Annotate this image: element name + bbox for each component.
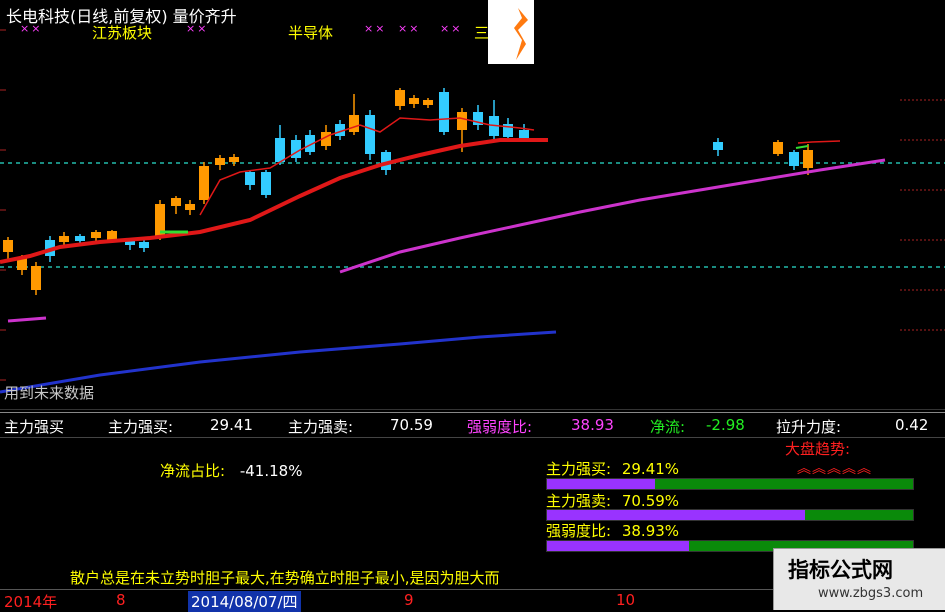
candle-body: [423, 100, 433, 105]
candle-body: [275, 138, 285, 162]
buy-label: 主力强买:: [108, 418, 174, 436]
candle-body: [773, 142, 783, 154]
sector-jiangsu[interactable]: 江苏板块: [92, 22, 152, 43]
trend-chevrons-icon: ︽︽︽︽︽: [797, 461, 872, 477]
net-ratio-value: -41.18%: [239, 462, 303, 480]
net-ratio: 净流占比: -41.18%: [160, 460, 302, 481]
buy-value: 29.41: [210, 416, 253, 434]
candle-body: [215, 158, 225, 165]
slogan-ticker: 散户总是在未立势时胆子最大,在势确立时胆子最小,是因为胆大而: [70, 569, 500, 587]
marker-x: ××: [364, 22, 387, 35]
moving-average-lines: [0, 117, 886, 394]
ratio-strength-fill: [547, 541, 690, 551]
orange-flame-icon: [514, 8, 528, 60]
candlestick-chart[interactable]: [0, 0, 945, 410]
time-month-9: 9: [404, 591, 414, 609]
panel-sell-label: 主力强卖:: [546, 492, 612, 510]
candle-body: [171, 198, 181, 206]
sector-semiconductor[interactable]: 半导体: [288, 22, 333, 43]
net-value: -2.98: [706, 416, 745, 434]
future-data-note: 用到未来数据: [4, 384, 95, 402]
ma-green-tail: [795, 145, 809, 149]
marker-x: ××: [186, 22, 209, 35]
popup-fragment: [488, 0, 534, 64]
candle-body: [789, 152, 799, 166]
candle-body: [75, 236, 85, 241]
candle-body: [3, 240, 13, 252]
time-month-8: 8: [116, 591, 126, 609]
sell-strength-fill: [547, 510, 806, 520]
marker-x: ××: [20, 22, 43, 35]
sell-label: 主力强卖:: [288, 418, 354, 436]
candle-body: [139, 242, 149, 248]
time-axis[interactable]: 2014年 8 2014/08/07/四 9 10: [0, 589, 773, 612]
candle-body: [91, 232, 101, 238]
panel-ratio-row: 强弱度比: 38.93%: [546, 520, 679, 541]
ma-purple-stub: [7, 316, 47, 323]
panel-ratio-label: 强弱度比:: [546, 522, 612, 540]
candle-body: [457, 112, 467, 130]
sell-value: 70.59: [390, 416, 433, 434]
candle-body: [185, 204, 195, 210]
candle-body: [199, 166, 209, 200]
panel-buy-value: 29.41%: [621, 460, 680, 478]
net-label: 净流:: [650, 418, 686, 436]
ma-red-tail: [797, 140, 841, 144]
candle-body: [395, 90, 405, 106]
buy-strength-fill: [547, 479, 655, 489]
ratio-value: 38.93: [571, 416, 614, 434]
indicator-name[interactable]: 主力强买: [4, 416, 64, 437]
watermark-url: www.zbgs3.com: [818, 586, 924, 601]
chart-grid: [0, 29, 945, 410]
candle-body: [713, 142, 723, 150]
pull-label: 拉升力度:: [776, 418, 842, 436]
sector-third[interactable]: 三: [474, 22, 489, 43]
marker-x: ××: [440, 22, 463, 35]
site-watermark: 指标公式网 www.zbgs3.com: [773, 548, 945, 610]
ma-red-line: [0, 138, 548, 264]
candle-body: [59, 236, 69, 242]
panel-buy-row: 主力强买: 29.41%: [546, 458, 679, 479]
buy-strength-bar: [546, 478, 914, 490]
candle-body: [245, 172, 255, 185]
ratio-label: 强弱度比:: [467, 418, 533, 436]
net-ratio-label: 净流占比:: [160, 462, 226, 480]
candle-body: [803, 150, 813, 168]
watermark-title: 指标公式网: [788, 558, 893, 582]
panel-sell-value: 70.59%: [621, 492, 680, 510]
candle-body: [229, 157, 239, 162]
candle-body: [409, 98, 419, 104]
candle-body: [107, 231, 117, 240]
panel-ratio-value: 38.93%: [621, 522, 680, 540]
candle-body: [349, 115, 359, 132]
candle-body: [31, 266, 41, 290]
big-trend-label: 大盘趋势:: [785, 440, 851, 458]
candle-body: [365, 115, 375, 154]
indicator-bar: 主力强买 主力强买: 29.41 主力强卖: 70.59 强弱度比: 38.93…: [0, 412, 945, 438]
pull-value: 0.42: [895, 416, 929, 434]
marker-x: ××: [398, 22, 421, 35]
candle-body: [261, 172, 271, 195]
candle-body: [439, 92, 449, 132]
ma-purple-line: [339, 158, 886, 274]
time-month-10: 10: [616, 591, 636, 609]
panel-buy-label: 主力强买:: [546, 460, 612, 478]
panel-sell-row: 主力强卖: 70.59%: [546, 490, 679, 511]
